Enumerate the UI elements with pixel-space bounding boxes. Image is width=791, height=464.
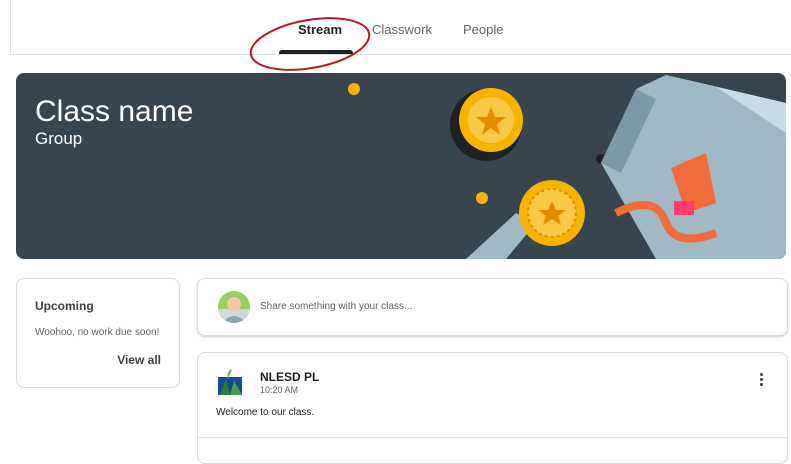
post-author: NLESD PL: [260, 370, 320, 384]
medal-large: [450, 88, 523, 161]
diploma-scroll: [601, 75, 786, 259]
view-all-link[interactable]: View all: [117, 353, 161, 367]
upcoming-title: Upcoming: [35, 299, 94, 313]
upcoming-empty-text: Woohoo, no work due soon!: [35, 327, 160, 338]
nlesd-logo-icon: [218, 369, 242, 395]
top-tab-bar: Stream Classwork People: [0, 0, 791, 54]
class-banner: Class name Group: [16, 73, 786, 259]
share-placeholder[interactable]: Share something with your class...: [260, 301, 412, 312]
tab-bar-divider: [10, 54, 791, 55]
post-body-text: Welcome to our class.: [216, 407, 315, 418]
more-vert-icon[interactable]: [757, 373, 765, 389]
share-box[interactable]: Share something with your class...: [197, 278, 788, 336]
upcoming-card: Upcoming Woohoo, no work due soon! View …: [16, 278, 180, 388]
medal-small: [466, 180, 585, 259]
tab-classwork[interactable]: Classwork: [372, 22, 432, 37]
post-timestamp: 10:20 AM: [260, 385, 299, 395]
tab-stream[interactable]: Stream: [298, 22, 342, 37]
post-divider: [198, 437, 787, 438]
class-section-subtitle: Group: [35, 129, 83, 148]
tab-people[interactable]: People: [463, 22, 503, 37]
user-avatar: [218, 291, 250, 323]
class-name-title: Class name: [35, 95, 194, 128]
left-edge-line: [10, 0, 11, 54]
announcement-post: NLESD PL 10:20 AM Welcome to our class.: [197, 352, 788, 464]
